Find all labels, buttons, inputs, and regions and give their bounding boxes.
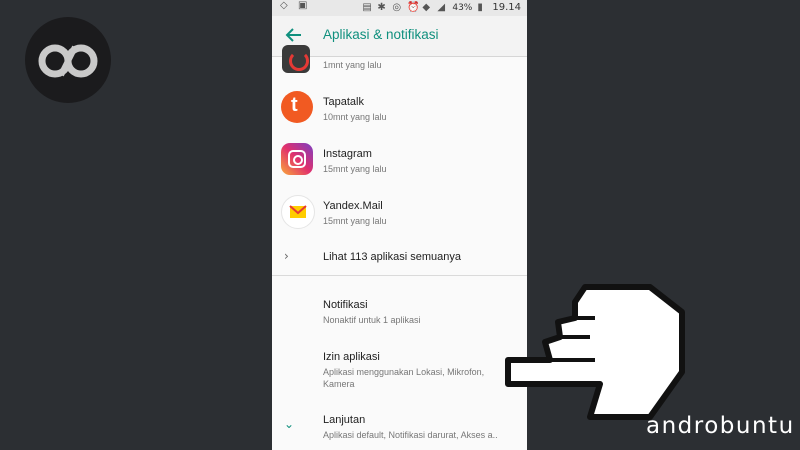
app-bar: Aplikasi & notifikasi xyxy=(272,16,527,57)
app-time: 15mnt yang lalu xyxy=(323,164,387,174)
phone-screen: ◇ ▣ ▤ ✱ ◎ ⏰ ◆ ◢ 43% ▮ 19.14 Aplikasi & n… xyxy=(272,0,527,450)
app-time: 10mnt yang lalu xyxy=(323,112,387,122)
instagram-icon xyxy=(281,143,313,175)
divider xyxy=(272,275,527,276)
nfc-icon: ▤ xyxy=(362,1,372,13)
pointing-hand-icon xyxy=(505,284,685,420)
brand-watermark: androbuntu xyxy=(646,413,795,439)
clock: 19.14 xyxy=(492,2,521,13)
setting-subtitle: Nonaktif untuk 1 aplikasi xyxy=(323,315,421,325)
page-title: Aplikasi & notifikasi xyxy=(323,27,439,42)
app-time: 15mnt yang lalu xyxy=(323,216,387,226)
chevron-down-icon: ⌄ xyxy=(284,417,295,431)
app-name: Yandex.Mail xyxy=(323,200,383,212)
signal-icon: ◢ xyxy=(437,1,446,13)
list-item[interactable]: Instagram 15mnt yang lalu xyxy=(272,143,527,193)
setting-subtitle: Aplikasi default, Notifikasi darurat, Ak… xyxy=(323,430,498,440)
setting-title: Izin aplikasi xyxy=(323,351,380,363)
tapatalk-icon: t xyxy=(281,91,313,123)
wifi-icon: ◆ xyxy=(422,1,431,13)
list-item[interactable]: 1mnt yang lalu xyxy=(272,45,527,77)
app-time: 1mnt yang lalu xyxy=(323,60,382,70)
androbuntu-logo xyxy=(25,17,111,103)
alarm-icon: ⏰ xyxy=(407,1,420,13)
bluetooth-icon: ✱ xyxy=(377,1,386,13)
battery-percent: 43% xyxy=(452,2,473,13)
list-item[interactable]: Yandex.Mail 15mnt yang lalu xyxy=(272,195,527,245)
chevron-right-icon: › xyxy=(284,249,289,263)
list-item[interactable]: t Tapatalk 10mnt yang lalu xyxy=(272,91,527,141)
app-name: Instagram xyxy=(323,148,372,160)
setting-title: Notifikasi xyxy=(323,299,368,311)
yandex-mail-icon xyxy=(281,195,315,229)
hotspot-icon: ◎ xyxy=(392,1,402,13)
settings-item-notifications[interactable]: Notifikasi Nonaktif untuk 1 aplikasi xyxy=(272,297,527,337)
see-all-label: Lihat 113 aplikasi semuanya xyxy=(323,251,461,263)
see-all-apps-link[interactable]: › Lihat 113 aplikasi semuanya xyxy=(272,247,527,277)
setting-subtitle-line2: Kamera xyxy=(323,379,355,389)
settings-item-app-permissions[interactable]: Izin aplikasi Aplikasi menggunakan Lokas… xyxy=(272,349,527,399)
app-name: Tapatalk xyxy=(323,96,364,108)
battery-icon: ▮ xyxy=(477,1,483,13)
infinity-logo-icon xyxy=(38,44,98,78)
arrow-back-icon[interactable] xyxy=(285,26,303,44)
setting-subtitle: Aplikasi menggunakan Lokasi, Mikrofon, xyxy=(323,367,485,377)
settings-item-advanced[interactable]: ⌄ Lanjutan Aplikasi default, Notifikasi … xyxy=(272,412,527,450)
image-icon: ▣ xyxy=(298,0,308,11)
setting-title: Lanjutan xyxy=(323,414,366,426)
diamond-icon: ◇ xyxy=(280,0,288,11)
red-app-icon xyxy=(282,45,310,73)
status-bar: ◇ ▣ ▤ ✱ ◎ ⏰ ◆ ◢ 43% ▮ 19.14 xyxy=(272,0,527,16)
